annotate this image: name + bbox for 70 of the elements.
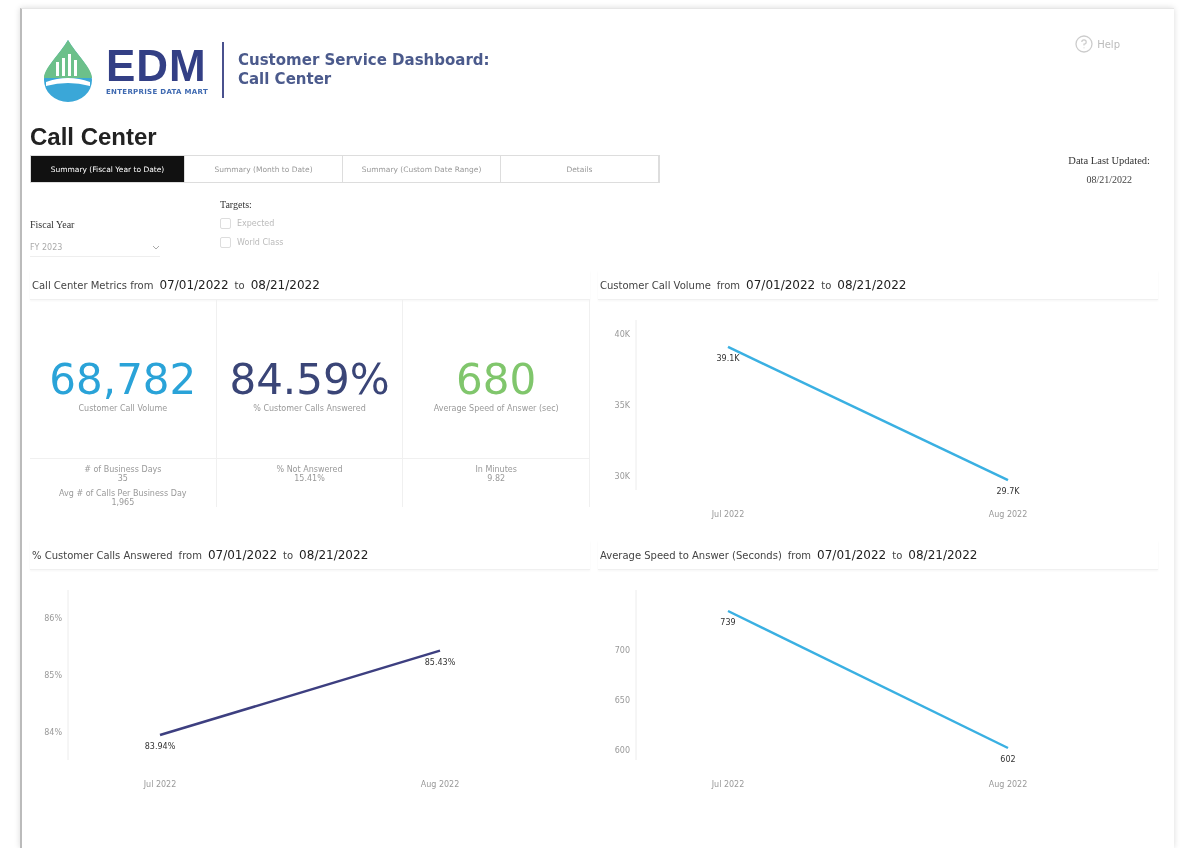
page-title: Call Center: [30, 123, 158, 151]
checkbox[interactable]: [220, 218, 231, 229]
data-label: 83.94%: [144, 742, 176, 752]
panel-text: from: [178, 549, 202, 561]
panel-text: to: [283, 549, 294, 561]
help-icon[interactable]: [1075, 35, 1094, 53]
checkbox-label: Expected: [237, 219, 275, 228]
kpi-label: % Customer Calls Answered: [253, 403, 366, 413]
start-date: 07/01/2022: [207, 548, 278, 562]
axis-label: Aug 2022: [988, 510, 1028, 519]
chevron-icon: [152, 244, 160, 250]
detail-label: Avg # of Calls Per Business Day: [59, 489, 187, 498]
axis-label: Jul 2022: [711, 780, 745, 789]
start-date: 07/01/2022: [159, 278, 229, 292]
filter-label: Fiscal Year: [30, 219, 76, 230]
data-label: 602: [1000, 755, 1016, 764]
data-label: 739: [720, 618, 736, 627]
updated-label: Data Last Updated:: [1068, 155, 1150, 166]
axis-label: 35K: [614, 401, 630, 410]
detail-value: 15.41%: [294, 474, 325, 483]
detail-value: 35: [117, 474, 128, 483]
axis-label: Jul 2022: [711, 510, 745, 519]
help-link[interactable]: Help: [1097, 38, 1120, 50]
data-label: 85.43%: [424, 657, 456, 667]
kpi-label: Average Speed of Answer (sec): [433, 403, 559, 413]
detail-label: In Minutes: [475, 465, 517, 474]
axis-label: 40K: [614, 330, 630, 340]
start-date: 07/01/2022: [817, 548, 887, 562]
axis-label: 84%: [44, 727, 62, 737]
panel-title: Customer Call Volume: [600, 279, 711, 291]
panel-text: from: [787, 549, 812, 561]
axis-label: Aug 2022: [420, 780, 460, 789]
axis-label: 86%: [44, 614, 62, 624]
axis-label: 650: [614, 696, 630, 705]
detail-value: 1,965: [111, 498, 135, 507]
axis-label: 85%: [44, 671, 62, 680]
axis-label: Jul 2022: [143, 780, 177, 789]
end-date: 08/21/2022: [250, 278, 320, 292]
panel-title: % Customer Calls Answered: [32, 549, 173, 561]
kpi-label: Customer Call Volume: [78, 403, 168, 413]
kpi-value: 84.59%: [229, 355, 390, 404]
panel-text: to: [234, 279, 245, 291]
updated-date: 08/21/2022: [1086, 174, 1132, 185]
checkbox[interactable]: [220, 237, 231, 248]
axis-label: 700: [614, 646, 630, 655]
detail-value: 9.82: [487, 474, 506, 483]
data-label: 29.7K: [996, 487, 1020, 497]
dashboard-subtitle: Call Center: [238, 70, 333, 89]
detail-label: % Not Answered: [276, 465, 343, 474]
panel-title: Average Speed to Answer (Seconds): [600, 549, 782, 561]
fiscal-year-dropdown[interactable]: FY 2023: [30, 238, 160, 257]
start-date: 07/01/2022: [746, 278, 816, 292]
end-date: 08/21/2022: [908, 548, 978, 562]
data-label: 39.1K: [716, 353, 740, 363]
logo-text: EDM: [106, 44, 207, 88]
panel-text: to: [821, 279, 832, 291]
dashboard-title: Customer Service Dashboard:: [238, 51, 490, 70]
filter-label: Targets:: [220, 199, 253, 210]
panel-text: from: [716, 279, 741, 291]
axis-label: 30K: [614, 471, 630, 481]
panel-title: Call Center Metrics from: [32, 279, 154, 291]
panel-text: to: [892, 549, 903, 561]
checkbox-label: World Class: [237, 238, 284, 247]
axis-label: 600: [614, 746, 630, 755]
detail-label: # of Business Days: [84, 465, 162, 474]
kpi-value: 68,782: [49, 355, 197, 404]
end-date: 08/21/2022: [299, 548, 369, 562]
kpi-value: 680: [456, 355, 537, 404]
end-date: 08/21/2022: [837, 278, 907, 292]
axis-label: Aug 2022: [988, 780, 1028, 789]
